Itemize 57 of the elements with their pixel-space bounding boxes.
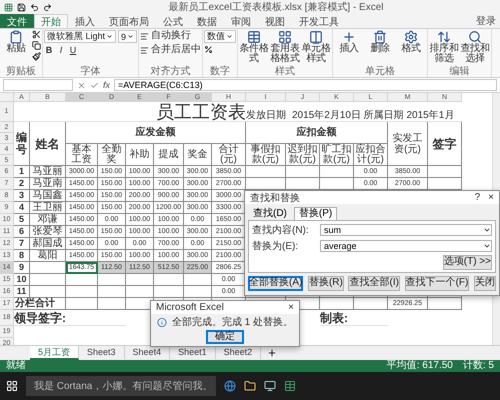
table-cell: 8 — [14, 250, 30, 262]
signature-label: 领导签字: — [14, 312, 66, 324]
status-text: 平均值: 617.50 — [386, 360, 453, 372]
column-title: 全勤奖 — [98, 144, 126, 166]
column-title: 应扣合计(元) — [354, 144, 388, 166]
field-label: 替换为(E): — [252, 240, 300, 253]
sheet-title: 员工工资表 — [156, 103, 246, 121]
table-cell: 3 — [14, 190, 30, 202]
column-title: 应发金额 — [66, 122, 246, 144]
field-label: 查找内容(N): — [252, 224, 310, 237]
table-cell: 1 — [14, 166, 30, 178]
column-title: 旷工扣款(元) — [320, 144, 354, 166]
group-label: 单元格 — [364, 66, 396, 77]
column-title: 事假扣款(元) — [246, 144, 286, 166]
group-label: 编辑 — [448, 66, 471, 77]
table-cell: 张爱琴 — [30, 226, 66, 238]
table-cell: 5 — [14, 214, 30, 226]
table-cell: 邓谦 — [30, 214, 66, 226]
table-cell: 分栏合计 — [14, 298, 66, 310]
column-title: 编号 — [14, 122, 30, 166]
table-cell: 王卫丽 — [30, 202, 66, 214]
column-title: 提成 — [154, 144, 184, 166]
table-cell: 10 — [14, 274, 30, 286]
table-cell: 6 — [14, 226, 30, 238]
column-title: 基本工资 — [66, 144, 98, 166]
date-label: 发放日期 — [246, 111, 286, 121]
group-label: 数字 — [209, 66, 232, 77]
status-text: 就绪 — [6, 360, 26, 372]
table-cell: 郝国成 — [30, 238, 66, 250]
table-cell: 9 — [14, 262, 30, 274]
column-title: 应扣金额 — [246, 122, 388, 144]
dialog-title: Microsoft Excel — [156, 302, 225, 313]
column-title: 姓名 — [30, 122, 66, 166]
window-title: 最新员工excel工资表模板.xlsx [兼容模式] - Excel — [167, 0, 385, 14]
maker-label: 制表: — [320, 312, 348, 324]
message-text: 全部完成。完成 1 处替换。 — [172, 316, 293, 329]
column-title: 实发工资(元) — [388, 122, 428, 166]
column-title: 签字 — [428, 122, 462, 166]
group-label: 字体 — [80, 66, 102, 77]
column-title: 奖金 — [184, 144, 212, 166]
column-title: 补助 — [126, 144, 154, 166]
group-label: 剪贴板 — [5, 66, 37, 77]
table-cell: 马国鑫 — [30, 190, 66, 202]
group-label: 样式 — [274, 66, 296, 77]
column-title: 合计(元) — [212, 144, 246, 166]
table-cell: 马亚南 — [30, 178, 66, 190]
table-cell: 2 — [14, 178, 30, 190]
table-cell: 7 — [14, 238, 30, 250]
column-title: 迟到扣款(元) — [286, 144, 320, 166]
date-value: 2015年2月10日 所属日期 2015年1月 — [292, 111, 454, 121]
table-cell: 11 — [14, 286, 30, 298]
status-text: 计数: 5 — [462, 360, 494, 372]
table-cell: 4 — [14, 202, 30, 214]
table-cell: 马亚丽 — [30, 166, 66, 178]
dialog-title: 查找和替换 — [250, 192, 301, 204]
group-label: 对齐方式 — [150, 66, 192, 77]
table-cell: 葛阳 — [30, 250, 66, 262]
